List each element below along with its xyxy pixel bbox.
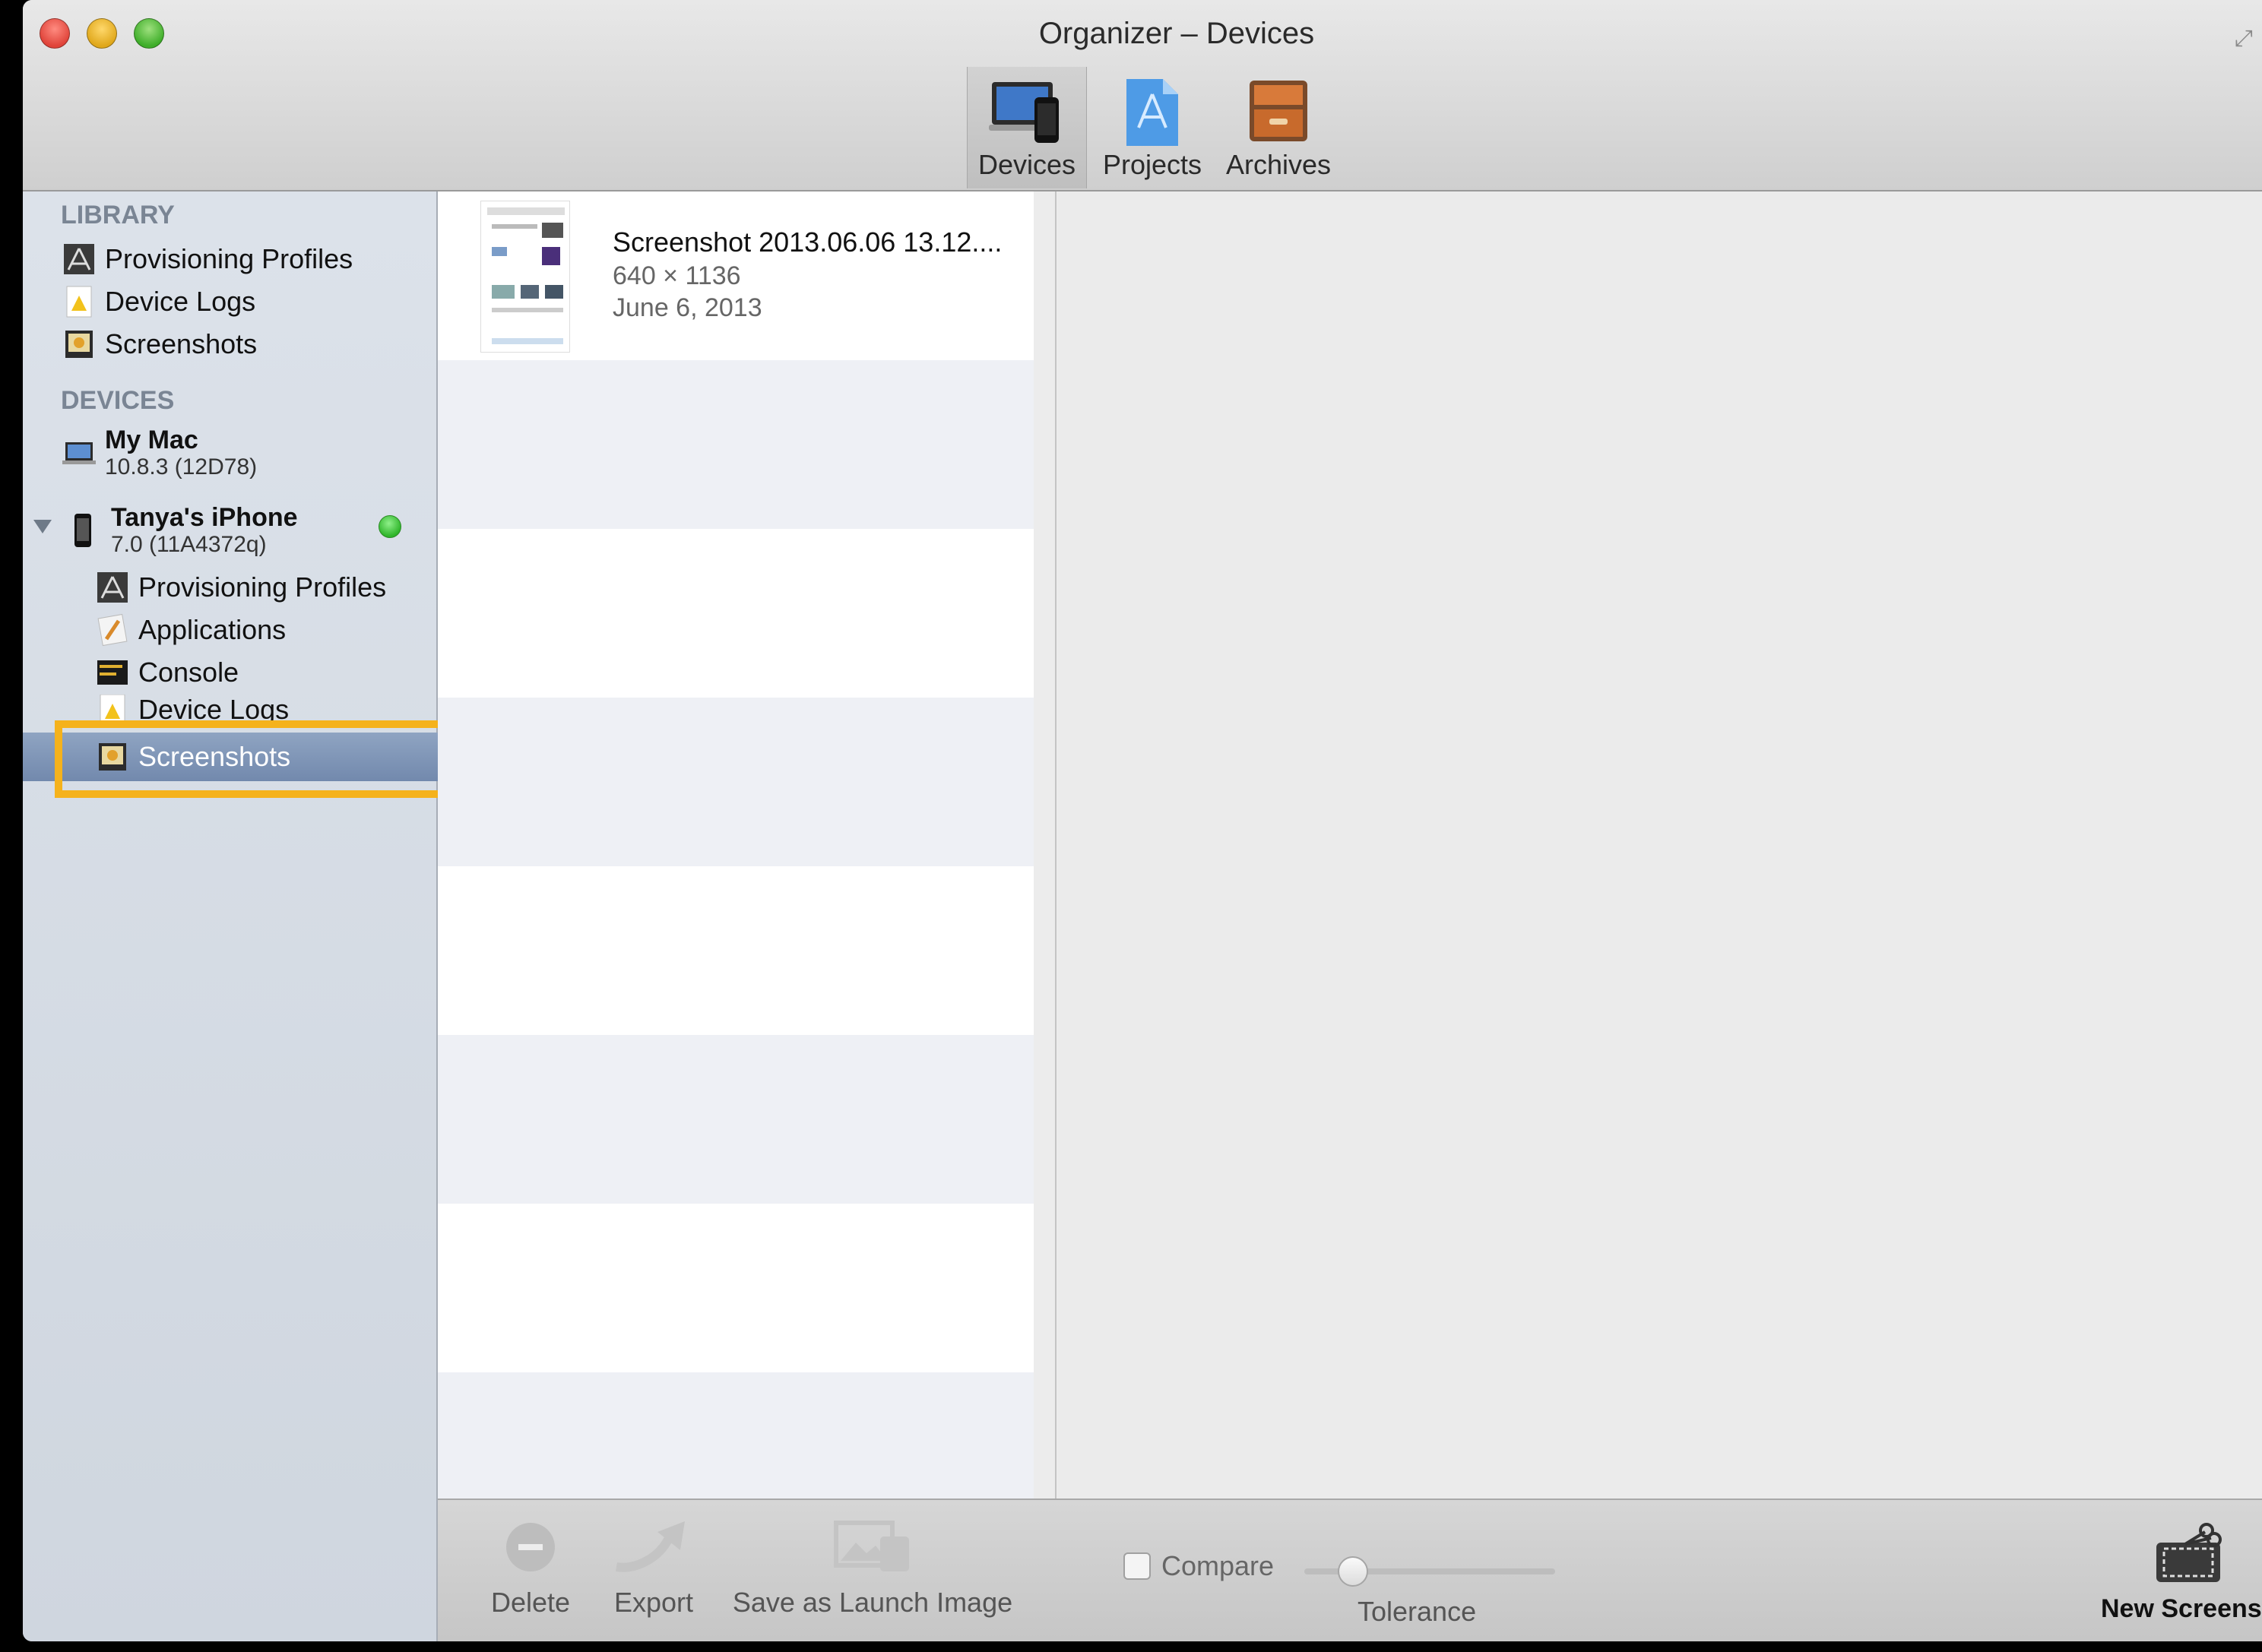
device-version: 7.0 (11A4372q) — [111, 532, 267, 557]
compare-control[interactable]: Compare — [1123, 1550, 1274, 1582]
list-row-empty — [438, 698, 1034, 866]
list-row-empty — [438, 529, 1034, 698]
detail-pane — [1058, 191, 2262, 1499]
sidebar-item-label: Provisioning Profiles — [138, 571, 387, 603]
save-as-launch-image-button[interactable]: Save as Launch Image — [728, 1508, 1017, 1619]
delete-label: Delete — [490, 1587, 571, 1618]
bottom-toolbar: Delete Export Save as Launch Image Compa… — [438, 1499, 2262, 1641]
highlight-screenshots — [55, 720, 459, 798]
tolerance-label: Tolerance — [1358, 1596, 1477, 1627]
sidebar-item-label: Applications — [138, 614, 287, 645]
new-screenshot-button[interactable]: New Screenshot — [2101, 1514, 2262, 1624]
delete-icon — [506, 1523, 555, 1571]
device-name: My Mac — [105, 426, 198, 454]
applications-icon — [97, 613, 128, 647]
launch-image-icon — [834, 1521, 909, 1571]
list-row-empty — [438, 1035, 1034, 1204]
sidebar-item-label: Provisioning Profiles — [105, 243, 353, 274]
devices-icon — [989, 82, 1059, 143]
sidebar-item-label: Device Logs — [105, 286, 256, 317]
sidebar-item-device-logs[interactable]: Device Logs — [62, 281, 255, 322]
compare-checkbox[interactable] — [1123, 1552, 1151, 1580]
delete-button[interactable]: Delete — [477, 1508, 584, 1619]
device-name: Tanya's iPhone — [111, 503, 298, 532]
devices-header: DEVICES — [61, 386, 175, 415]
tab-devices-label: Devices — [977, 149, 1076, 180]
screenshot-thumbnail — [480, 201, 570, 353]
sidebar-item-label: Console — [138, 657, 239, 688]
disclosure-triangle-icon[interactable] — [33, 520, 52, 533]
fullscreen-icon[interactable]: ⤢ — [2235, 26, 2262, 53]
new-screenshot-icon — [2156, 1523, 2222, 1582]
list-row-empty — [438, 360, 1034, 529]
sidebar-item-device-provisioning-profiles[interactable]: Provisioning Profiles — [96, 567, 386, 608]
device-version: 10.8.3 (12D78) — [105, 454, 258, 479]
screenshot-icon — [65, 331, 93, 358]
projects-icon — [1126, 79, 1178, 146]
sidebar: LIBRARY Provisioning Profiles Device Log… — [23, 191, 438, 1641]
list-item[interactable]: Screenshot 2013.06.06 13.12.... 640 × 11… — [438, 191, 1034, 360]
sidebar-item-label: Screenshots — [105, 328, 258, 359]
mac-laptop-icon — [62, 442, 96, 464]
screenshot-list: Screenshot 2013.06.06 13.12.... 640 × 11… — [438, 191, 1057, 1499]
tolerance-slider-knob[interactable] — [1338, 1556, 1368, 1587]
screenshot-dimensions: 640 × 1136 — [613, 261, 741, 290]
tab-devices[interactable]: Devices — [967, 67, 1087, 188]
list-row-empty — [438, 1372, 1034, 1499]
sidebar-item-provisioning-profiles[interactable]: Provisioning Profiles — [62, 239, 353, 280]
provisioning-profile-icon — [64, 244, 94, 274]
window-title: Organizer – Devices — [1038, 17, 1315, 50]
compare-label: Compare — [1161, 1550, 1275, 1581]
list-row-empty — [438, 866, 1034, 1035]
warning-log-icon — [66, 286, 92, 318]
sidebar-item-console[interactable]: Console — [96, 652, 239, 693]
organizer-window: Organizer – Devices ⤢ Devices Projects A… — [23, 0, 2262, 1641]
device-my-mac[interactable]: My Mac 10.8.3 (12D78) — [62, 426, 257, 480]
export-button[interactable]: Export — [600, 1508, 707, 1619]
screenshot-title: Screenshot 2013.06.06 13.12.... — [613, 226, 1003, 258]
connected-status-icon — [379, 515, 401, 538]
list-row-empty — [438, 1204, 1034, 1372]
tab-projects[interactable]: Projects — [1091, 67, 1213, 188]
toolbar: Organizer – Devices ⤢ Devices Projects A… — [23, 0, 2262, 191]
launch-image-label: Save as Launch Image — [732, 1587, 1013, 1618]
export-arrow-icon — [616, 1521, 685, 1572]
sidebar-item-applications[interactable]: Applications — [96, 609, 286, 650]
device-tanyas-iphone[interactable]: Tanya's iPhone 7.0 (11A4372q) — [70, 503, 298, 558]
archives-icon — [1250, 81, 1307, 141]
new-screenshot-label: New Screenshot — [2101, 1594, 2262, 1623]
iphone-icon — [74, 514, 91, 547]
sidebar-item-screenshots[interactable]: Screenshots — [62, 324, 257, 365]
tab-archives-label: Archives — [1225, 149, 1332, 180]
console-icon — [97, 660, 128, 685]
provisioning-profile-icon — [97, 572, 128, 603]
export-label: Export — [613, 1587, 694, 1618]
library-header: LIBRARY — [61, 201, 175, 229]
tab-archives[interactable]: Archives — [1218, 67, 1339, 188]
tab-projects-label: Projects — [1102, 149, 1202, 180]
screenshot-date: June 6, 2013 — [613, 293, 762, 322]
